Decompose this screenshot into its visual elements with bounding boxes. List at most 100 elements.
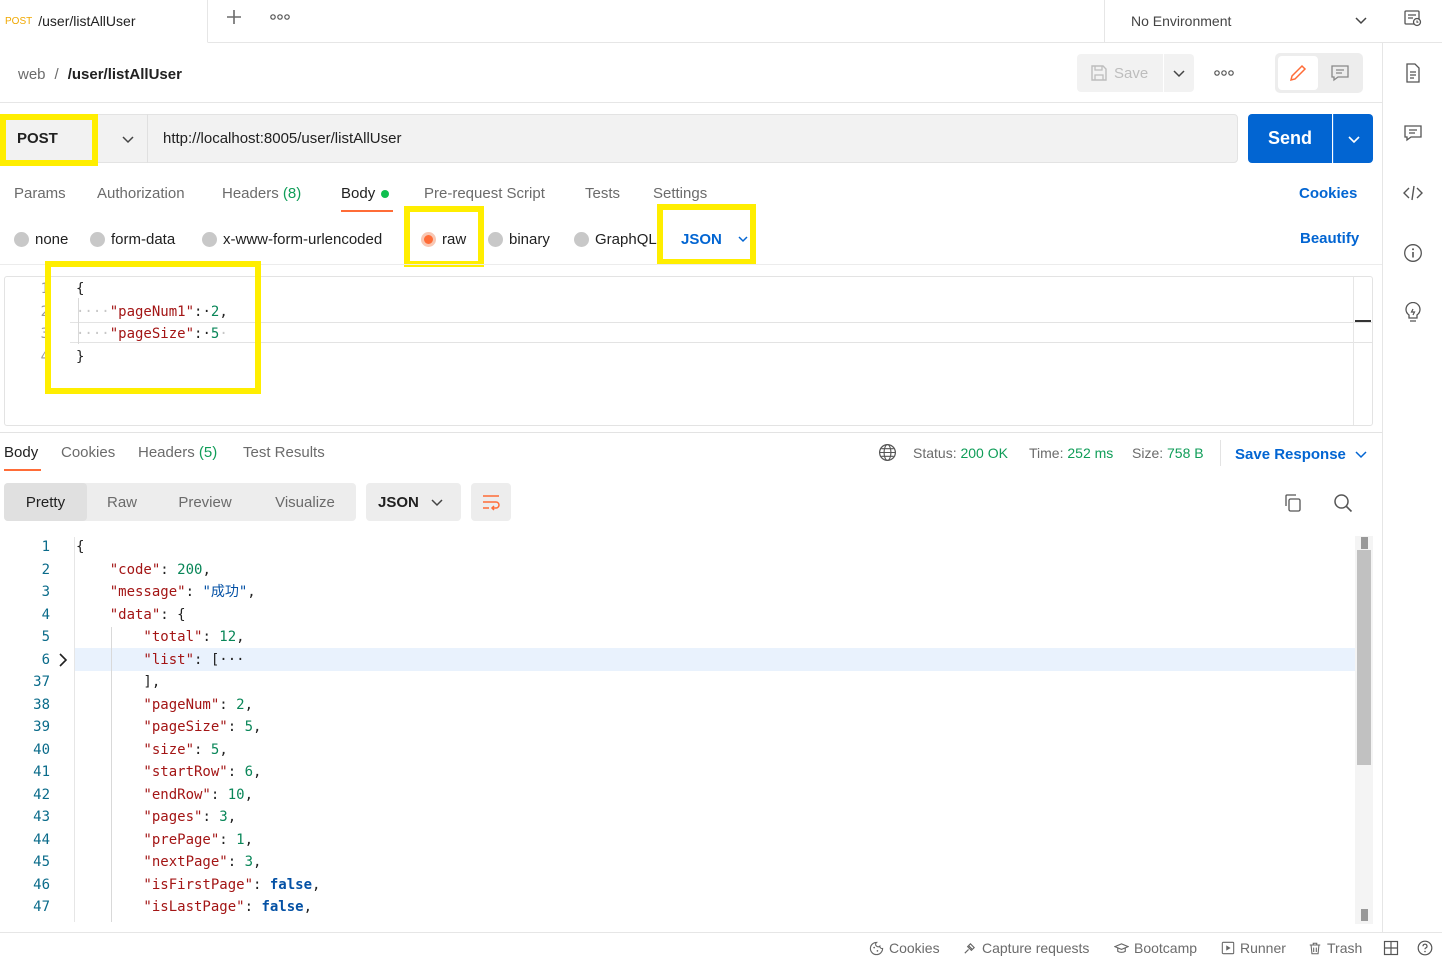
- tab-authorization[interactable]: Authorization: [97, 185, 185, 202]
- radio-none[interactable]: none: [14, 229, 68, 249]
- code-token: "total": [76, 629, 203, 645]
- highlight-raw: [404, 206, 484, 267]
- chevron-right-icon[interactable]: [58, 653, 68, 667]
- line-number: 2: [41, 561, 50, 578]
- code-icon[interactable]: [1402, 184, 1424, 202]
- wrap-lines-button[interactable]: [471, 483, 511, 521]
- environment-quick-look-icon[interactable]: [1403, 8, 1423, 28]
- tab-tests[interactable]: Tests: [585, 185, 620, 202]
- tab-params[interactable]: Params: [14, 185, 66, 202]
- copy-icon[interactable]: [1283, 493, 1303, 513]
- code-line: "isLastPage": false,: [76, 896, 1346, 919]
- time-label: Time:: [1029, 445, 1064, 461]
- view-mode-preview[interactable]: Preview: [160, 483, 250, 521]
- line-number: 1: [41, 539, 50, 555]
- code-token: "data": [76, 606, 161, 623]
- request-tab[interactable]: POST /user/listAllUser: [0, 0, 208, 43]
- save-label: Save: [1114, 64, 1149, 82]
- save-options-button[interactable]: [1164, 54, 1194, 92]
- tab-prerequest-label: Pre-request Script: [424, 185, 545, 202]
- code-token: "nextPage": [76, 854, 228, 870]
- more-icon[interactable]: [270, 12, 290, 22]
- send-button[interactable]: Send: [1248, 114, 1332, 163]
- response-time[interactable]: Time: 252 ms: [1029, 445, 1113, 461]
- search-icon[interactable]: [1333, 493, 1353, 513]
- plus-icon[interactable]: [225, 8, 243, 26]
- comment-icon[interactable]: [1403, 124, 1423, 142]
- line-number: 46: [33, 876, 50, 893]
- resp-tab-cookies[interactable]: Cookies: [61, 444, 115, 461]
- save-response-button[interactable]: Save Response: [1235, 444, 1367, 464]
- edit-icon: [1288, 63, 1308, 83]
- radio-graphql[interactable]: GraphQL: [574, 229, 657, 249]
- code-token: :: [202, 629, 220, 645]
- highlight-request-body: [45, 261, 261, 394]
- view-mode-raw-label: Raw: [106, 493, 137, 511]
- line-number: 1: [40, 281, 49, 297]
- cookie-icon: [869, 941, 884, 956]
- view-mode-raw[interactable]: Raw: [87, 483, 157, 521]
- tab-body[interactable]: Body: [341, 185, 390, 202]
- response-status[interactable]: Status: 200 OK: [913, 445, 1008, 461]
- radio-binary[interactable]: binary: [488, 229, 550, 249]
- tab-method: POST: [5, 15, 33, 27]
- status-label: Status:: [913, 445, 957, 461]
- editor-scroll-mark: [1355, 320, 1371, 322]
- runner-icon: [1221, 941, 1235, 955]
- editor-scrollbar[interactable]: [1353, 277, 1372, 425]
- code-token: 3: [219, 809, 228, 825]
- view-mode-visualize[interactable]: Visualize: [254, 483, 356, 521]
- beautify-button[interactable]: Beautify: [1300, 230, 1359, 247]
- info-icon[interactable]: [1403, 243, 1423, 263]
- resp-tab-body[interactable]: Body: [4, 444, 38, 461]
- code-token: :: [219, 696, 237, 713]
- code-token: "pages": [76, 809, 203, 825]
- breadcrumb-collection[interactable]: web: [18, 66, 46, 83]
- layout-icon[interactable]: [1383, 940, 1399, 956]
- footer-cookies[interactable]: Cookies: [869, 939, 940, 957]
- globe-icon[interactable]: [878, 443, 897, 462]
- send-options-button[interactable]: [1333, 114, 1373, 163]
- edit-mode-button[interactable]: [1278, 56, 1318, 90]
- code-token: ,: [247, 584, 256, 600]
- save-button[interactable]: Save: [1077, 54, 1163, 92]
- help-icon[interactable]: [1417, 940, 1433, 956]
- footer-trash[interactable]: Trash: [1308, 939, 1362, 957]
- breadcrumb: web / /user/listAllUser: [18, 62, 182, 86]
- documentation-icon[interactable]: [1404, 63, 1422, 83]
- environment-selector[interactable]: No Environment: [1104, 0, 1382, 42]
- tab-prerequest-script[interactable]: Pre-request Script: [424, 185, 545, 202]
- response-format-selector[interactable]: JSON: [366, 483, 461, 521]
- breadcrumb-request-name[interactable]: /user/listAllUser: [68, 66, 182, 83]
- footer-capture-requests[interactable]: Capture requests: [962, 939, 1089, 957]
- response-scrollbar-thumb[interactable]: [1357, 550, 1371, 765]
- radio-urlencoded[interactable]: x-www-form-urlencoded: [202, 229, 382, 249]
- code-token: "startRow": [76, 764, 228, 780]
- code-line: "nextPage": 3,: [76, 851, 1346, 874]
- code-line: "total": 12,: [76, 626, 1346, 649]
- response-size[interactable]: Size: 758 B: [1132, 445, 1204, 461]
- footer-runner[interactable]: Runner: [1221, 939, 1286, 957]
- tab-settings[interactable]: Settings: [653, 185, 707, 202]
- code-token: "pageNum": [76, 696, 220, 713]
- resp-tab-test-results[interactable]: Test Results: [243, 444, 325, 461]
- tab-headers[interactable]: Headers (8): [222, 185, 301, 202]
- code-token: ,: [253, 854, 262, 870]
- view-mode-pretty[interactable]: Pretty: [4, 483, 87, 521]
- line-number: 41: [33, 764, 50, 780]
- cookies-link[interactable]: Cookies: [1299, 185, 1357, 202]
- wrap-lines-icon: [481, 493, 501, 511]
- more-icon[interactable]: [1214, 68, 1234, 78]
- editor-code[interactable]: {····"pageNum1":·2, ····"pageSize":·5·}: [76, 278, 1346, 368]
- response-code[interactable]: { "code": 200, "message": "成功", "data": …: [76, 536, 1346, 919]
- code-token: ,: [202, 561, 211, 578]
- footer-bootcamp[interactable]: Bootcamp: [1114, 939, 1197, 957]
- line-number: 43: [33, 809, 50, 825]
- code-token: :: [160, 561, 178, 578]
- resp-tab-headers[interactable]: Headers (5): [138, 444, 217, 461]
- url-input[interactable]: [150, 116, 1236, 161]
- cookies-link-label: Cookies: [1299, 185, 1358, 202]
- lightbulb-icon[interactable]: [1403, 302, 1423, 324]
- radio-form-data[interactable]: form-data: [90, 229, 175, 249]
- comment-mode-button[interactable]: [1320, 56, 1360, 90]
